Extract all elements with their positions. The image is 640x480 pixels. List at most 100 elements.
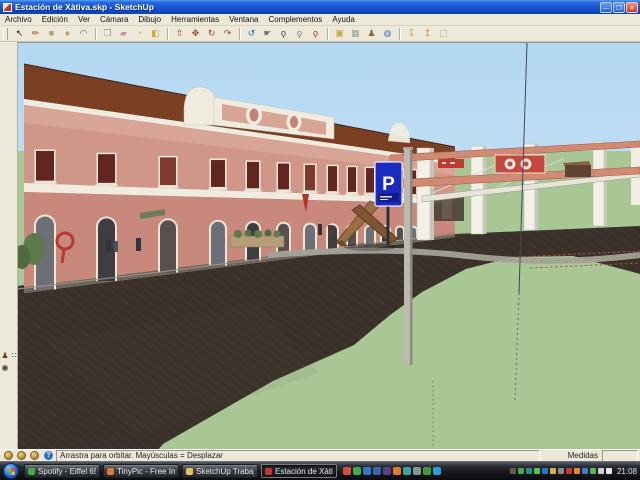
task-sketchup-model-taskbar-button[interactable]: Estación de Xàtiva.skp...	[261, 464, 337, 478]
quicklaunch-icon-8[interactable]	[413, 467, 421, 475]
tray-icon-13[interactable]	[606, 468, 612, 474]
quicklaunch-icon-9[interactable]	[423, 467, 431, 475]
quicklaunch-icon-7[interactable]	[403, 467, 411, 475]
menu-complementos[interactable]: Complementos	[263, 14, 327, 25]
quicklaunch-icon-10[interactable]	[433, 467, 441, 475]
tray-icon-5[interactable]	[542, 468, 548, 474]
measurements-label: Medidas	[540, 451, 602, 460]
arc-tool-icon[interactable]: ◠	[76, 26, 91, 41]
taskbar-button-label: Estación de Xàtiva.skp...	[275, 467, 333, 476]
model-viewport[interactable]: P	[18, 43, 640, 449]
left-tool-dock: ♟∷◉	[0, 42, 18, 449]
geolocation-icon[interactable]	[17, 451, 26, 460]
task-tinypic-taskbar-button[interactable]: TinyPic - Free Image H...	[103, 464, 179, 478]
rectangle-tool-icon[interactable]: ■	[44, 26, 59, 41]
task-sketchup-folder-icon	[186, 468, 193, 475]
tape-measure-tool-icon[interactable]: ◔	[132, 26, 147, 41]
menu-ver[interactable]: Ver	[73, 14, 95, 25]
task-sketchup-model-icon	[265, 468, 272, 475]
zoom-window-tool-icon[interactable]: ϙ	[292, 26, 307, 41]
share-component-tool-icon[interactable]: ▢	[436, 26, 451, 41]
get-current-view-tool-icon[interactable]: ▣	[332, 26, 347, 41]
tray-icon-10[interactable]	[582, 468, 588, 474]
push-pull-tool-icon[interactable]: ⇧	[172, 26, 187, 41]
station-logo-sign	[495, 155, 545, 173]
menu-dibujo[interactable]: Dibujo	[133, 14, 166, 25]
google-earth-tool-icon[interactable]: ◍	[380, 26, 395, 41]
select-tool-icon[interactable]: ↖	[12, 26, 27, 41]
tray-icon-2[interactable]	[518, 468, 524, 474]
offset-tool-icon[interactable]: ↷	[220, 26, 235, 41]
quicklaunch-icon-3[interactable]	[363, 467, 371, 475]
tray-icon-12[interactable]	[598, 468, 604, 474]
paint-bucket-tool-icon[interactable]: ◧	[148, 26, 163, 41]
share-models-tool-icon[interactable]: ↥	[420, 26, 435, 41]
street-pole	[403, 147, 413, 365]
toolbar-separator	[327, 28, 329, 40]
tray-icon-7[interactable]	[558, 468, 564, 474]
line-tool-icon[interactable]: ✏	[28, 26, 43, 41]
quicklaunch-icon-4[interactable]	[373, 467, 381, 475]
toolbar-separator	[399, 28, 401, 40]
walkthrough-toolbar: ♟∷◉	[0, 350, 18, 374]
status-hint: Arrastra para orbitar. Mayúsculas = Desp…	[56, 450, 540, 462]
credit-icon[interactable]	[4, 451, 13, 460]
zoom-extents-tool-icon[interactable]: ϙ	[308, 26, 323, 41]
tray-icon-6[interactable]	[550, 468, 556, 474]
task-sketchup-folder-taskbar-button[interactable]: SketchUp Trabajos	[182, 464, 258, 478]
place-model-tool-icon[interactable]: ♟	[364, 26, 379, 41]
toolbar-grip[interactable]	[3, 28, 8, 40]
tray-icon-1[interactable]	[510, 468, 516, 474]
task-spotify-taskbar-button[interactable]: Spotify - Eiffel 65 - W...	[24, 464, 100, 478]
measurements-input[interactable]	[602, 450, 638, 462]
start-button[interactable]	[3, 463, 19, 479]
orbit-tool-icon[interactable]: ↺	[244, 26, 259, 41]
quicklaunch-icon-2[interactable]	[353, 467, 361, 475]
position-camera-tool-icon[interactable]: ♟	[1, 350, 9, 361]
menu-edición[interactable]: Edición	[37, 14, 73, 25]
title-bar: Estación de Xàtiva.skp - SketchUp —❐✕	[0, 0, 640, 14]
menu-ventana[interactable]: Ventana	[224, 14, 263, 25]
toggle-terrain-tool-icon[interactable]: ▦	[348, 26, 363, 41]
task-tinypic-icon	[107, 468, 114, 475]
taskbar-button-label: Spotify - Eiffel 65 - W...	[38, 467, 96, 476]
quick-launch	[343, 467, 441, 475]
system-tray	[510, 468, 612, 474]
menu-ayuda[interactable]: Ayuda	[327, 14, 360, 25]
toolbar-separator	[239, 28, 241, 40]
close-button[interactable]: ✕	[626, 2, 638, 13]
drawing-area[interactable]: P	[18, 42, 640, 449]
taskbar-clock: 21:08	[617, 467, 637, 476]
menu-cámara[interactable]: Cámara	[95, 14, 133, 25]
taskbar: Spotify - Eiffel 65 - W... TinyPic - Free…	[0, 461, 640, 480]
model-info-icon[interactable]	[30, 451, 39, 460]
status-bar: ? Arrastra para orbitar. Mayúsculas = De…	[0, 449, 640, 461]
quicklaunch-icon-1[interactable]	[343, 467, 351, 475]
window-title: Estación de Xàtiva.skp - SketchUp	[15, 2, 600, 12]
window-controls: —❐✕	[600, 2, 638, 13]
make-component-tool-icon[interactable]: ❐	[100, 26, 115, 41]
pan-tool-icon[interactable]: ☛	[260, 26, 275, 41]
move-tool-icon[interactable]: ✥	[188, 26, 203, 41]
quicklaunch-icon-6[interactable]	[393, 467, 401, 475]
tray-icon-3[interactable]	[526, 468, 532, 474]
maximize-button[interactable]: ❐	[613, 2, 625, 13]
tray-icon-11[interactable]	[590, 468, 596, 474]
menu-archivo[interactable]: Archivo	[0, 14, 37, 25]
tray-icon-9[interactable]	[574, 468, 580, 474]
walk-tool-icon[interactable]: ∷	[10, 350, 18, 361]
get-models-tool-icon[interactable]: ↧	[404, 26, 419, 41]
minimize-button[interactable]: —	[600, 2, 612, 13]
menu-herramientas[interactable]: Herramientas	[166, 14, 224, 25]
eraser-tool-icon[interactable]: ▰	[116, 26, 131, 41]
tray-icon-4[interactable]	[534, 468, 540, 474]
help-icon[interactable]: ?	[44, 451, 53, 460]
rotate-tool-icon[interactable]: ↻	[204, 26, 219, 41]
look-around-tool-icon[interactable]: ◉	[1, 362, 9, 373]
main-toolbar: ↖✏■●◠❐▰◔◧⇧✥↻↷↺☛ϙϙϙ▣▦♟◍↧↥▢	[0, 26, 640, 42]
circle-tool-icon[interactable]: ●	[60, 26, 75, 41]
quicklaunch-icon-5[interactable]	[383, 467, 391, 475]
zoom-tool-icon[interactable]: ϙ	[276, 26, 291, 41]
windows-flag-icon	[8, 468, 15, 475]
tray-icon-8[interactable]	[566, 468, 572, 474]
